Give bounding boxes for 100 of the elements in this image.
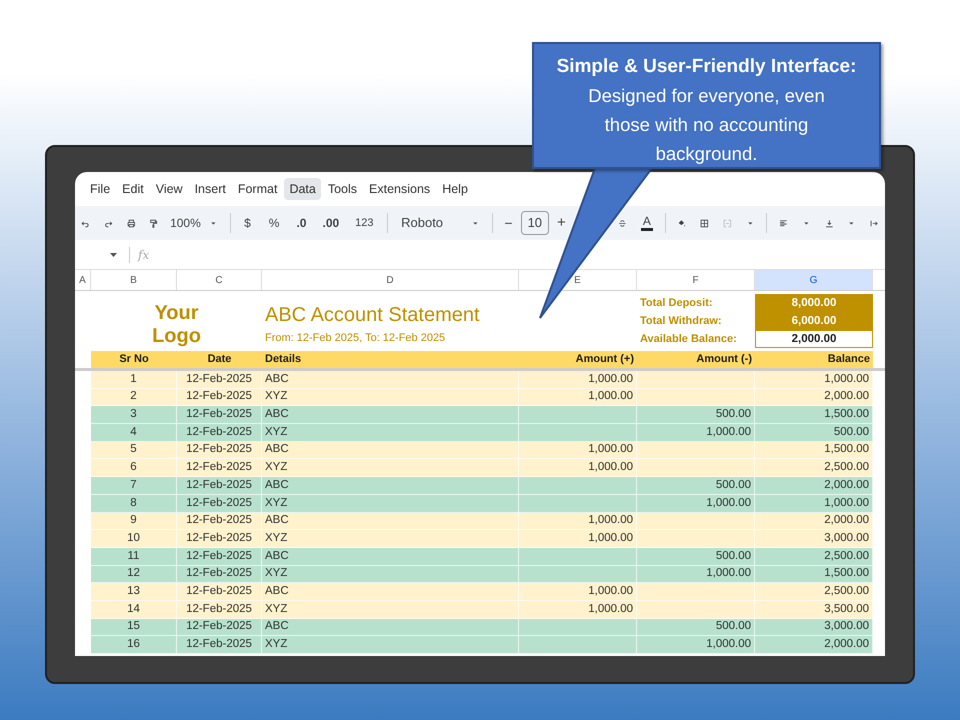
table-cell: 500.00	[637, 548, 755, 566]
menu-item[interactable]: View	[150, 178, 188, 200]
table-cell: XYZ	[262, 424, 519, 442]
column-heading: Amount (-)	[637, 351, 755, 368]
table-cell: 1,000.00	[519, 600, 637, 619]
table-cell: 1,000.00	[519, 512, 637, 530]
table-cell: 16	[91, 636, 177, 654]
table-cell: 3,000.00	[755, 618, 873, 636]
table-cell: XYZ	[262, 388, 519, 406]
increase-decimal-button[interactable]: .00	[315, 214, 346, 232]
table-cell: 1,000.00	[519, 388, 637, 406]
font-size-field[interactable]: 10	[520, 211, 550, 235]
table-cell: 13	[91, 583, 177, 601]
menu-item[interactable]: Edit	[117, 178, 149, 200]
table-cell: 2,000.00	[755, 477, 873, 495]
table-cell: 12-Feb-2025	[177, 424, 262, 442]
column-heading: Amount (+)	[519, 351, 637, 368]
table-cell: 12-Feb-2025	[177, 477, 262, 495]
column-heading: Balance	[755, 351, 873, 368]
table-cell: 12-Feb-2025	[177, 583, 262, 601]
table-cell: 1,000.00	[519, 459, 637, 478]
table-cell: 1	[91, 371, 177, 389]
table-cell: 12	[91, 566, 177, 584]
increase-font-size-button[interactable]: +	[551, 212, 572, 234]
callout-text: Designed for everyone, even those with no accounting background.	[587, 84, 826, 166]
table-cell: 3,000.00	[755, 530, 873, 548]
summary-label: Total Withdraw:	[639, 314, 723, 329]
table-cell: 1,000.00	[519, 442, 637, 460]
font-dropdown[interactable]: Roboto	[393, 213, 464, 233]
table-cell: ABC	[262, 548, 519, 566]
table-cell: 1,000.00	[755, 494, 873, 512]
summary-value: 8,000.00	[755, 294, 873, 312]
table-cell: 11	[91, 548, 177, 566]
menu-item[interactable]: File	[85, 178, 116, 200]
table-cell: 12-Feb-2025	[177, 548, 262, 566]
menu-item[interactable]: Data	[284, 178, 321, 200]
caret-icon[interactable]	[110, 252, 117, 256]
summary-label: Total Deposit:	[639, 296, 714, 311]
table-cell: 9	[91, 512, 177, 530]
table-cell: 3	[91, 406, 177, 424]
table-cell: 1,000.00	[637, 566, 755, 584]
menu-item[interactable]: Format	[232, 178, 282, 200]
table-cell: XYZ	[262, 530, 519, 548]
decrease-font-size-button[interactable]: −	[498, 212, 519, 234]
table-cell: XYZ	[262, 566, 519, 584]
table-cell: 3,500.00	[755, 600, 873, 619]
table-cell: 10	[91, 530, 177, 548]
zoom-dropdown[interactable]: 100%	[166, 214, 201, 232]
table-cell: ABC	[262, 512, 519, 530]
table-cell: 500.00	[755, 424, 873, 442]
percent-button[interactable]: %	[260, 214, 288, 232]
table-cell: 8	[91, 494, 177, 512]
column-header[interactable]: G	[755, 270, 873, 290]
table-cell: ABC	[262, 477, 519, 495]
table-cell: 12-Feb-2025	[177, 600, 262, 619]
statement-title: ABC Account Statement	[265, 303, 481, 327]
menu-item[interactable]: Extensions	[364, 178, 436, 200]
table-cell: ABC	[262, 442, 519, 460]
table-cell: 2,000.00	[755, 512, 873, 530]
table-cell: 1,000.00	[519, 530, 637, 548]
table-cell: 1,000.00	[755, 371, 873, 389]
table-cell: XYZ	[262, 600, 519, 619]
table-cell: ABC	[262, 618, 519, 636]
table-cell: 2,500.00	[755, 548, 873, 566]
table-cell: 2,000.00	[755, 636, 873, 654]
currency-button[interactable]: $	[236, 214, 259, 232]
table-cell: 1,000.00	[637, 494, 755, 512]
column-heading: Date	[177, 351, 262, 368]
column-heading: Details	[262, 351, 519, 368]
menu-item[interactable]: Help	[437, 178, 473, 200]
text-color-button[interactable]: A	[640, 215, 653, 231]
table-cell: 12-Feb-2025	[177, 494, 262, 512]
table-cell: 14	[91, 600, 177, 619]
logo-text: Your Logo	[151, 301, 202, 348]
summary-value: 2,000.00	[755, 330, 873, 348]
table-cell: 12-Feb-2025	[177, 442, 262, 460]
table-cell: 6	[91, 459, 177, 478]
menu-item[interactable]: Tools	[322, 178, 362, 200]
table-cell: ABC	[262, 406, 519, 424]
table-cell: 4	[91, 424, 177, 442]
table-cell: ABC	[262, 583, 519, 601]
table-cell: 1,000.00	[637, 636, 755, 654]
number-format-button[interactable]: 123	[348, 214, 381, 232]
table-cell: 500.00	[637, 477, 755, 495]
table-cell: 1,500.00	[755, 406, 873, 424]
table-cell: 1,500.00	[755, 566, 873, 584]
table-cell: 2	[91, 388, 177, 406]
table-cell: 12-Feb-2025	[177, 566, 262, 584]
summary-value: 6,000.00	[755, 312, 873, 330]
table-cell: 2,000.00	[755, 388, 873, 406]
menu-item[interactable]: Insert	[190, 178, 231, 200]
table-cell: XYZ	[262, 636, 519, 654]
table-cell: 500.00	[637, 618, 755, 636]
statement-period: From: 12-Feb 2025, To: 12-Feb 2025	[265, 331, 446, 346]
table-cell: XYZ	[262, 459, 519, 478]
formula-label: fx	[138, 246, 150, 264]
table-cell: 1,000.00	[637, 424, 755, 442]
table-cell: 5	[91, 442, 177, 460]
table-cell: ABC	[262, 371, 519, 389]
decrease-decimal-button[interactable]: .0	[289, 214, 314, 232]
